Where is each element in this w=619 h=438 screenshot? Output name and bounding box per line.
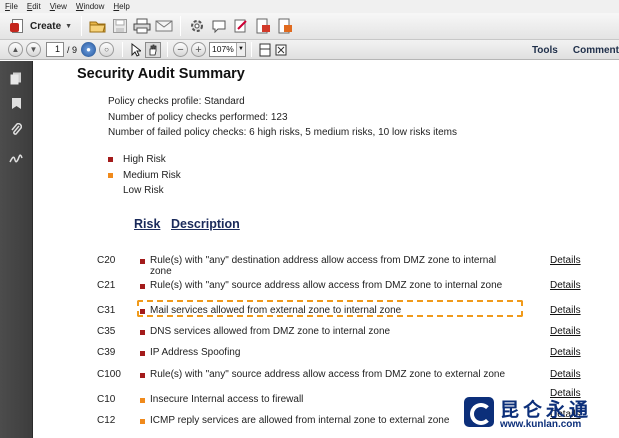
info-failed-checks: Number of failed policy checks: 6 high r…	[108, 127, 458, 138]
fit-width-icon[interactable]: ○	[99, 42, 115, 57]
navigation-toolbar: ▲ ▼ 1 / 9 ● ○ − + 107% ▼ Tools Comment	[0, 40, 619, 60]
page-title: Security Audit Summary	[77, 66, 245, 82]
details-link[interactable]: Details	[550, 255, 581, 266]
create-button-label: Create	[30, 20, 62, 32]
create-pdf-icon	[10, 18, 26, 34]
check-description: Insecure Internal access to firewall	[150, 394, 304, 405]
chevron-down-icon: ▼	[65, 22, 73, 30]
high-risk-marker	[108, 157, 113, 162]
bookmarks-icon[interactable]	[9, 96, 23, 110]
check-description: DNS services allowed from DMZ zone to in…	[150, 326, 391, 337]
details-link[interactable]: Details	[550, 326, 581, 337]
pdf-import-icon[interactable]	[275, 16, 295, 36]
check-description: IP Address Spoofing	[150, 347, 241, 358]
details-link[interactable]: Details	[550, 280, 581, 291]
previous-page-icon[interactable]: ▲	[8, 42, 23, 57]
signatures-icon[interactable]	[9, 151, 23, 165]
chevron-down-icon: ▼	[236, 43, 246, 56]
check-id: C31	[97, 305, 116, 316]
details-link[interactable]: Details	[550, 347, 581, 358]
legend-label: High Risk	[123, 154, 166, 165]
check-id: C20	[97, 255, 116, 266]
details-link[interactable]: Details	[550, 369, 581, 380]
toolbar-divider	[122, 42, 124, 57]
save-icon[interactable]	[110, 16, 130, 36]
medium-risk-marker	[108, 173, 113, 178]
page-view-icon[interactable]	[258, 42, 272, 58]
menu-view[interactable]: View	[50, 2, 67, 11]
left-navigation-pane	[0, 61, 33, 438]
menu-help[interactable]: Help	[113, 2, 129, 11]
kunlan-logo-icon	[464, 397, 494, 427]
info-profile: Policy checks profile: Standard	[108, 96, 245, 107]
toolbar-divider	[251, 42, 253, 57]
next-page-icon[interactable]: ▼	[26, 42, 41, 57]
zoom-value: 107%	[212, 44, 234, 54]
settings-icon[interactable]	[187, 16, 207, 36]
task-pane-links: Tools Comment	[532, 40, 619, 60]
page-thumbnails-icon[interactable]	[9, 71, 23, 85]
check-description: Rule(s) with "any" source address allow …	[150, 280, 503, 291]
details-link[interactable]: Details	[550, 305, 581, 316]
select-tool-icon[interactable]	[129, 42, 143, 58]
email-icon[interactable]	[154, 16, 174, 36]
attachments-icon[interactable]	[9, 123, 23, 137]
menu-bar: File Edit View Window Help	[0, 0, 619, 13]
check-id: C21	[97, 280, 116, 291]
comment-icon[interactable]	[209, 16, 229, 36]
fit-page-icon[interactable]: ●	[81, 42, 97, 57]
check-id: C39	[97, 347, 116, 358]
tools-tab[interactable]: Tools	[532, 45, 558, 56]
legend-label: Low Risk	[123, 185, 164, 196]
risk-marker	[140, 330, 145, 335]
create-button[interactable]: Create ▼	[6, 16, 76, 36]
low-risk-marker	[108, 188, 113, 193]
legend-high-risk: High Risk	[108, 154, 166, 165]
print-icon[interactable]	[132, 16, 152, 36]
pdf-export-icon[interactable]	[253, 16, 273, 36]
comment-tab[interactable]: Comment	[573, 45, 619, 56]
check-id: C35	[97, 326, 116, 337]
risk-marker	[140, 259, 145, 264]
highlighted-row-outline	[137, 300, 523, 317]
risk-marker	[140, 398, 145, 403]
toolbar-divider	[167, 42, 169, 57]
page-number-input[interactable]: 1	[46, 42, 64, 57]
check-id: C10	[97, 394, 116, 405]
document-page: Security Audit Summary Policy checks pro…	[34, 61, 619, 438]
zoom-in-icon[interactable]: +	[191, 42, 207, 57]
menu-edit[interactable]: Edit	[27, 2, 41, 11]
fullscreen-icon[interactable]	[274, 42, 288, 58]
menu-window[interactable]: Window	[76, 2, 104, 11]
main-toolbar: Create ▼	[0, 13, 619, 40]
column-header-risk: Risk	[134, 217, 161, 231]
legend-medium-risk: Medium Risk	[108, 170, 181, 181]
risk-marker	[140, 284, 145, 289]
zoom-select[interactable]: 107% ▼	[209, 42, 247, 57]
check-id: C100	[97, 369, 121, 380]
check-description: Rule(s) with "any" destination address a…	[150, 255, 497, 277]
sign-icon[interactable]	[231, 16, 251, 36]
check-id: C12	[97, 415, 116, 426]
watermark-brand: 昆仑永通	[500, 400, 593, 421]
watermark-url: www.kunlan.com	[500, 419, 582, 430]
watermark-logo: 昆仑永通 www.kunlan.com	[460, 394, 619, 438]
risk-marker	[140, 419, 145, 424]
toolbar-divider	[81, 16, 83, 36]
hand-tool-icon[interactable]	[145, 41, 162, 58]
zoom-out-icon[interactable]: −	[173, 42, 189, 57]
legend-low-risk: Low Risk	[108, 185, 164, 196]
risk-marker	[140, 373, 145, 378]
risk-marker	[140, 351, 145, 356]
toolbar-divider	[180, 16, 182, 36]
check-description: Rule(s) with "any" source address allow …	[150, 369, 506, 380]
page-count: / 9	[67, 44, 78, 55]
info-checks-performed: Number of policy checks performed: 123	[108, 112, 288, 123]
menu-file[interactable]: File	[5, 2, 18, 11]
column-header-description: Description	[171, 217, 240, 231]
folder-open-icon[interactable]	[88, 16, 108, 36]
legend-label: Medium Risk	[123, 170, 181, 181]
